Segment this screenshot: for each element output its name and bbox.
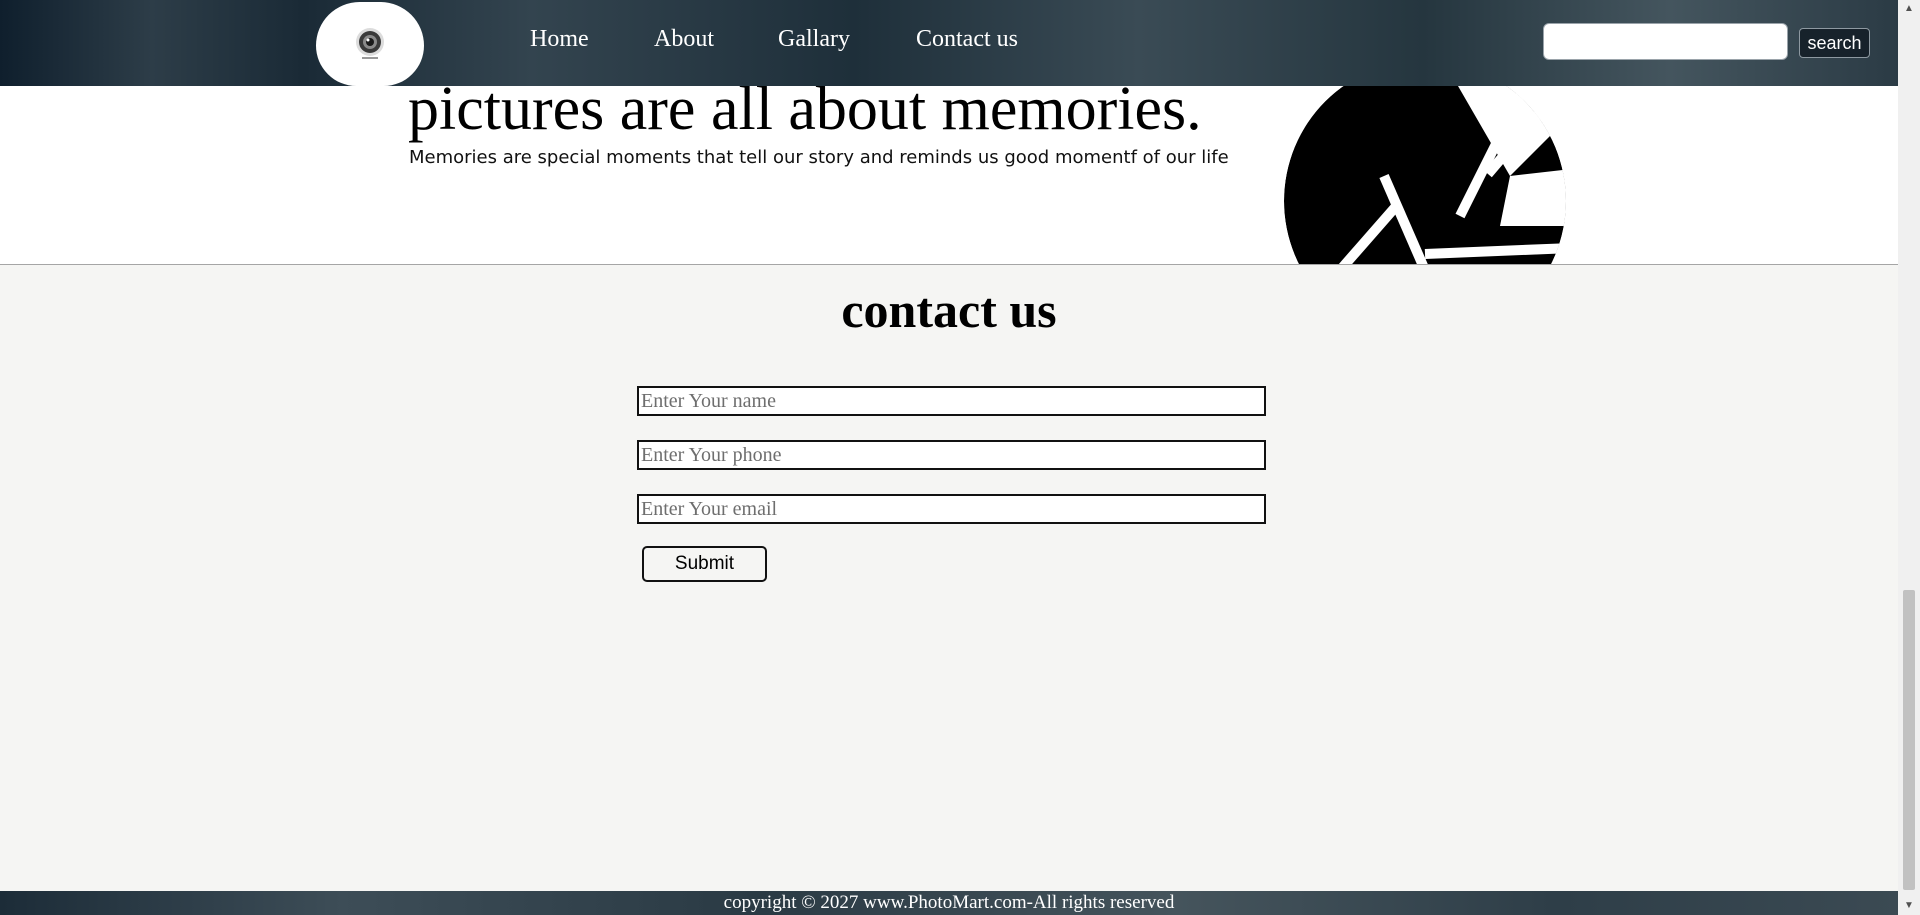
phone-field[interactable]	[637, 440, 1266, 470]
email-field[interactable]	[637, 494, 1266, 524]
logo[interactable]	[316, 2, 424, 86]
submit-button[interactable]: Submit	[642, 546, 767, 582]
camera-lens-icon	[356, 28, 384, 59]
search-button[interactable]: search	[1799, 28, 1870, 58]
scroll-down-arrow-icon[interactable]: ▼	[1898, 897, 1920, 915]
nav-link-about[interactable]: About	[654, 26, 714, 53]
scroll-up-arrow-icon[interactable]: ▲	[1898, 0, 1920, 18]
vertical-scrollbar[interactable]: ▲ ▼	[1898, 0, 1920, 915]
footer: copyright © 2027 www.PhotoMart.com-All r…	[0, 891, 1898, 915]
contact-section: contact us Submit	[0, 264, 1898, 891]
nav-link-contact[interactable]: Contact us	[916, 26, 1018, 53]
nav-link-gallery[interactable]: Gallary	[778, 26, 850, 53]
hero-subtitle: Memories are special moments that tell o…	[409, 147, 1229, 168]
search-input[interactable]	[1543, 23, 1788, 60]
name-field[interactable]	[637, 386, 1266, 416]
contact-title: contact us	[841, 282, 1057, 338]
navbar: Home About Gallary Contact us search	[0, 0, 1898, 86]
scrollbar-thumb[interactable]	[1903, 590, 1915, 890]
hero-section: pictures are all about memories. Memorie…	[0, 60, 1898, 342]
page: Home About Gallary Contact us search pic…	[0, 0, 1898, 915]
nav-link-home[interactable]: Home	[530, 26, 589, 53]
